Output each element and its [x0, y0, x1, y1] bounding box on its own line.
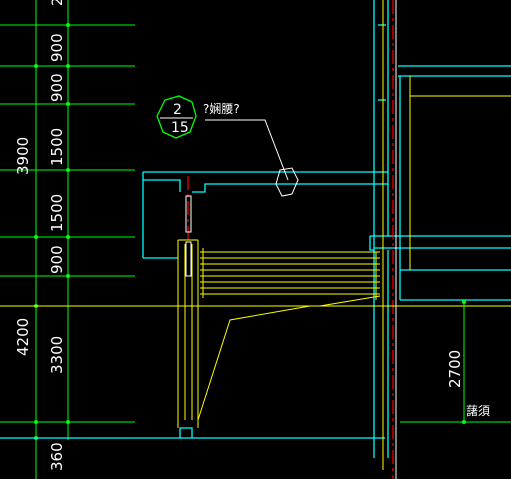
dim-inner-5: 900: [48, 245, 66, 274]
walls: [0, 0, 511, 458]
dim-inner-2: 900: [48, 73, 66, 102]
dim-inner-6: 3300: [48, 336, 66, 374]
dim-total-upper: 3900: [14, 137, 32, 175]
dimension-chain: [0, 0, 170, 479]
center-lines: [187, 0, 394, 479]
dim-inner-4: 1500: [48, 194, 66, 232]
cad-drawing-canvas: 3900 4200 360 900 900 1500 1500 900 3300…: [0, 0, 511, 479]
detail-sheet: 15: [171, 120, 189, 136]
detail-number: 2: [173, 102, 182, 118]
dim-bottom: 360: [48, 442, 66, 471]
dim-inner-1: 900: [48, 33, 66, 62]
right-dimension: 2700 藷須: [400, 300, 511, 424]
floor-label: 藷須: [466, 404, 490, 418]
yellow-structure: [0, 0, 511, 470]
detail-note: ?娴腰?: [203, 101, 240, 116]
dim-inner-3: 1500: [48, 128, 66, 166]
dim-top-partial: 2: [50, 0, 66, 6]
dim-total-lower: 4200: [14, 318, 32, 356]
detail-callout: 2 15 ?娴腰?: [156, 95, 299, 197]
dim-right: 2700: [446, 350, 464, 388]
